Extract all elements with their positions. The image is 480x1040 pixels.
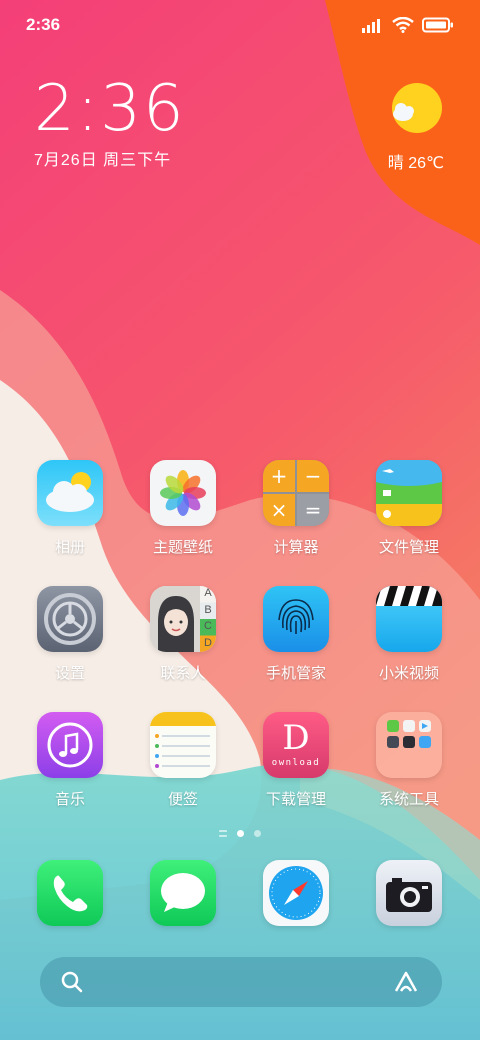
- music-icon: [37, 712, 103, 778]
- file-manager-icon: [376, 460, 442, 526]
- compass-icon: [263, 860, 329, 926]
- folder-icon: [376, 712, 442, 778]
- contacts-index-b: B: [204, 604, 212, 616]
- dock-phone[interactable]: [14, 860, 126, 926]
- download-icon: D ownload: [263, 712, 329, 778]
- app-label: 文件管理: [378, 539, 439, 556]
- app-calculator[interactable]: + − × = 计算器: [240, 460, 352, 557]
- calculator-icon: + − × =: [263, 460, 329, 526]
- camera-icon: [376, 860, 442, 926]
- clock-date: 7月26日 周三下午: [34, 152, 172, 169]
- app-music[interactable]: 音乐: [14, 712, 126, 809]
- app-label: 相册: [54, 539, 85, 556]
- weather-text: 晴 26℃: [387, 155, 444, 172]
- contacts-index-d: D: [204, 637, 212, 649]
- app-file-manager[interactable]: 文件管理: [353, 460, 465, 557]
- app-label: 小米视频: [378, 665, 439, 682]
- clock-time: 2:36: [34, 72, 186, 146]
- dock-messages[interactable]: [127, 860, 239, 926]
- dock-camera[interactable]: [353, 860, 465, 926]
- app-label: 手机管家: [265, 665, 326, 682]
- weather-widget[interactable]: 晴 26℃: [388, 82, 444, 173]
- messages-icon: [150, 860, 216, 926]
- page-indicator[interactable]: [0, 830, 480, 837]
- calc-minus: −: [304, 464, 322, 488]
- app-label: 计算器: [273, 539, 319, 556]
- search-icon: [61, 971, 83, 993]
- page-dot-current[interactable]: [237, 830, 244, 837]
- app-label: 音乐: [54, 791, 85, 808]
- app-label: 联系人: [160, 665, 206, 682]
- app-themes[interactable]: 主题壁纸: [127, 460, 239, 557]
- calc-plus: +: [270, 464, 288, 488]
- gallery-icon: [37, 460, 103, 526]
- battery-icon: [422, 17, 453, 33]
- app-settings[interactable]: 设置: [14, 586, 126, 683]
- status-bar: 2:36: [0, 0, 480, 50]
- assistant-icon[interactable]: [392, 970, 420, 994]
- app-system-tools-folder[interactable]: 系统工具: [353, 712, 465, 809]
- settings-gear-icon: [37, 586, 103, 652]
- page-dot-home[interactable]: [219, 830, 227, 837]
- download-letter: D: [282, 718, 310, 758]
- app-label: 设置: [54, 665, 85, 682]
- app-downloads[interactable]: D ownload 下载管理: [240, 712, 352, 809]
- app-label: 下载管理: [265, 791, 326, 808]
- status-icons: [362, 17, 454, 33]
- dock-browser[interactable]: [240, 860, 352, 926]
- app-notes[interactable]: 便签: [127, 712, 239, 809]
- app-security[interactable]: 手机管家: [240, 586, 352, 683]
- app-mi-video[interactable]: 小米视频: [353, 586, 465, 683]
- contacts-index-a: A: [204, 587, 212, 599]
- download-word: ownload: [271, 758, 321, 768]
- calc-equals: =: [304, 498, 322, 522]
- calc-times: ×: [270, 498, 288, 522]
- clock-widget[interactable]: 2:36 7月26日 周三下午: [34, 76, 186, 170]
- app-label: 便签: [167, 791, 198, 808]
- phone-icon: [37, 860, 103, 926]
- contacts-index-c: C: [204, 620, 212, 632]
- notes-icon: [150, 712, 216, 778]
- app-gallery[interactable]: 相册: [14, 460, 126, 557]
- fingerprint-icon: [263, 586, 329, 652]
- status-time: 2:36: [26, 15, 61, 34]
- signal-icon: [362, 19, 380, 33]
- app-contacts[interactable]: A B C D 联系人: [127, 586, 239, 683]
- app-label: 系统工具: [378, 791, 439, 808]
- clapperboard-icon: [376, 586, 442, 652]
- sunny-cloud-icon: [391, 83, 442, 133]
- app-label: 主题壁纸: [152, 539, 213, 556]
- contacts-icon: A B C D: [150, 586, 216, 652]
- themes-flower-icon: [150, 460, 216, 526]
- search-bar[interactable]: [40, 957, 442, 1007]
- wifi-icon: [392, 17, 414, 33]
- page-dot[interactable]: [254, 830, 261, 837]
